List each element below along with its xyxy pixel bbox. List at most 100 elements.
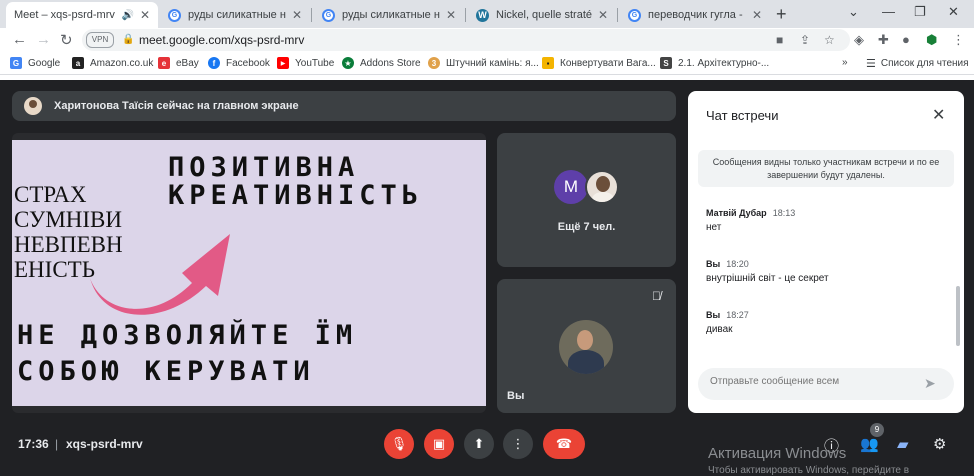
toggle-mic-button[interactable]: 🎙 bbox=[384, 429, 414, 459]
close-tab-icon[interactable]: ✕ bbox=[752, 8, 762, 22]
toolbar: ← → ↻ VPN 🔒 meet.google.com/xqs-psrd-mrv… bbox=[0, 28, 974, 52]
more-participants-label: Ещё 7 чел. bbox=[557, 221, 616, 233]
message-author: Вы bbox=[706, 310, 721, 320]
self-avatar bbox=[559, 320, 613, 374]
close-window-icon[interactable]: ✕ bbox=[948, 4, 959, 20]
message-time: 18:27 bbox=[726, 310, 749, 320]
wordpress-icon: W bbox=[476, 8, 489, 22]
youtube-icon: ▶ bbox=[277, 57, 289, 69]
chat-icon[interactable]: ▰ bbox=[897, 435, 909, 453]
amazon-icon: a bbox=[72, 57, 84, 69]
extensions-puzzle-icon[interactable]: ✚ bbox=[878, 32, 889, 48]
close-tab-icon[interactable]: ✕ bbox=[446, 8, 456, 22]
windows-activation-title: Активация Windows bbox=[708, 445, 847, 462]
participant-avatar-photo bbox=[585, 170, 619, 204]
presentation-tile[interactable]: ПОЗИТИВНА КРЕАТИВНІСТЬ СТРАХ СУМНІВИ НЕВ… bbox=[12, 133, 486, 413]
restore-icon[interactable]: ❐ bbox=[914, 4, 926, 20]
tab-nickel[interactable]: W Nickel, quelle stratégie ? ✕ bbox=[468, 2, 616, 28]
bookmark-architecture[interactable]: S 2.1. Архітектурно-... bbox=[660, 57, 769, 69]
presenting-banner: Харитонова Таїсія сейчас на главном экра… bbox=[12, 91, 676, 121]
tab-search-2[interactable]: G руды силикатные никел ✕ bbox=[314, 2, 464, 28]
vpn-badge[interactable]: VPN bbox=[86, 32, 114, 48]
close-tab-icon[interactable]: ✕ bbox=[140, 8, 150, 22]
close-chat-icon[interactable]: ✕ bbox=[932, 105, 945, 125]
bookmark-youtube[interactable]: ▶ YouTube bbox=[277, 57, 334, 69]
bookmark-artificial-stone[interactable]: 3 Штучний камінь: я... bbox=[428, 57, 539, 69]
hangup-icon: ☎ bbox=[555, 436, 573, 451]
more-options-button[interactable]: ⋮ bbox=[503, 429, 533, 459]
message-text: нет bbox=[706, 222, 722, 233]
lock-icon[interactable]: 🔒 bbox=[122, 34, 134, 45]
extension-shield-icon[interactable]: ◈ bbox=[854, 32, 864, 48]
bookmark-weight-converter[interactable]: ▪ Конвертувати Вага... bbox=[542, 57, 656, 69]
forward-icon[interactable]: → bbox=[36, 31, 51, 48]
profile-icon[interactable]: ● bbox=[902, 32, 910, 47]
present-screen-button[interactable]: ⬆ bbox=[464, 429, 494, 459]
toggle-camera-button[interactable]: ▣ bbox=[424, 429, 454, 459]
chat-notice: Сообщения видны только участникам встреч… bbox=[698, 150, 954, 187]
reload-icon[interactable]: ↻ bbox=[60, 31, 73, 49]
tab-meet[interactable]: Meet – xqs-psrd-mrv 🔊 ✕ bbox=[6, 2, 158, 28]
message-time: 18:20 bbox=[726, 259, 749, 269]
bookmark-label: eBay bbox=[176, 57, 199, 69]
browser-chrome: Meet – xqs-psrd-mrv 🔊 ✕ G руды силикатны… bbox=[0, 0, 974, 80]
bookmark-facebook[interactable]: f Facebook bbox=[208, 57, 270, 69]
google-icon: G bbox=[10, 57, 22, 69]
google-icon: G bbox=[168, 8, 181, 22]
bookmark-label: 2.1. Архітектурно-... bbox=[678, 57, 770, 69]
curved-arrow-icon bbox=[90, 234, 230, 315]
speaker-icon[interactable]: 🔊 bbox=[121, 10, 133, 21]
self-label: Вы bbox=[507, 390, 525, 402]
reading-list-icon: ☰ bbox=[866, 58, 876, 70]
url-text[interactable]: meet.google.com/xqs-psrd-mrv bbox=[139, 33, 304, 47]
tab-translate[interactable]: G переводчик гугла - Поиск ✕ bbox=[620, 2, 770, 28]
tab-title: Meet – xqs-psrd-mrv bbox=[14, 9, 115, 21]
menu-icon[interactable]: ⋮ bbox=[952, 32, 965, 48]
bookmark-star-icon[interactable]: ☆ bbox=[824, 33, 835, 47]
message-text: дивак bbox=[706, 324, 733, 335]
slide-line: КРЕАТИВНІСТЬ bbox=[168, 180, 424, 211]
bookmark-google[interactable]: G Google bbox=[10, 57, 60, 69]
bookmark-label: Facebook bbox=[226, 57, 270, 69]
windows-activation-text: Чтобы активировать Windows, перейдите в bbox=[708, 465, 910, 476]
tab-search-1[interactable]: G руды силикатные никел ✕ bbox=[160, 2, 310, 28]
bookmark-label: Конвертувати Вага... bbox=[560, 57, 656, 69]
chat-message-input[interactable] bbox=[710, 376, 910, 387]
self-tile[interactable]: 🎙̸ Вы bbox=[497, 279, 676, 413]
leave-call-button[interactable]: ☎ bbox=[543, 429, 585, 459]
tab-title: руды силикатные никел bbox=[342, 9, 440, 21]
bookmarks-overflow-icon[interactable]: » bbox=[842, 57, 848, 68]
tab-title: руды силикатные никел bbox=[188, 9, 286, 21]
reading-list[interactable]: ☰ Список для чтения bbox=[866, 57, 969, 70]
addons-store-icon: ★ bbox=[342, 57, 354, 69]
share-icon[interactable]: ⇪ bbox=[800, 33, 810, 47]
bookmark-addons-store[interactable]: ★ Addons Store bbox=[342, 57, 421, 69]
address-bar[interactable]: VPN 🔒 meet.google.com/xqs-psrd-mrv ■ ⇪ ☆ bbox=[82, 29, 850, 51]
close-tab-icon[interactable]: ✕ bbox=[598, 8, 608, 22]
meeting-clock: 17:36 bbox=[18, 437, 49, 451]
chat-input-box[interactable]: ➤ bbox=[698, 368, 954, 400]
new-tab-button[interactable]: + bbox=[776, 4, 787, 25]
send-icon[interactable]: ➤ bbox=[924, 375, 936, 392]
mic-off-icon: 🎙 bbox=[390, 436, 408, 451]
activities-icon[interactable]: ⚙ bbox=[933, 435, 946, 453]
participants-group-tile[interactable]: M Ещё 7 чел. bbox=[497, 133, 676, 267]
close-tab-icon[interactable]: ✕ bbox=[292, 8, 302, 22]
facebook-icon: f bbox=[208, 57, 220, 69]
bookmark-ebay[interactable]: e eBay bbox=[158, 57, 199, 69]
minimize-icon[interactable]: — bbox=[882, 4, 895, 19]
bookmarks-bar: G Google a Amazon.co.uk e eBay f Faceboo… bbox=[0, 53, 974, 75]
scribd-icon: S bbox=[660, 57, 672, 69]
people-icon[interactable]: 👥 bbox=[860, 435, 879, 453]
chat-scrollbar[interactable] bbox=[956, 286, 960, 346]
chat-panel: Чат встречи ✕ Сообщения видны только уча… bbox=[688, 91, 964, 413]
bookmark-amazon[interactable]: a Amazon.co.uk bbox=[72, 57, 153, 69]
google-icon: G bbox=[628, 8, 641, 22]
slide-line: ПОЗИТИВНА bbox=[168, 152, 360, 183]
more-vert-icon: ⋮ bbox=[511, 436, 525, 451]
tab-search-icon[interactable]: ⌄ bbox=[848, 4, 859, 20]
back-icon[interactable]: ← bbox=[12, 31, 27, 48]
message-text: внутрішній світ - це секрет bbox=[706, 273, 829, 284]
adblock-shield-icon[interactable]: ⬢ bbox=[926, 32, 937, 48]
camera-icon[interactable]: ■ bbox=[776, 33, 783, 47]
